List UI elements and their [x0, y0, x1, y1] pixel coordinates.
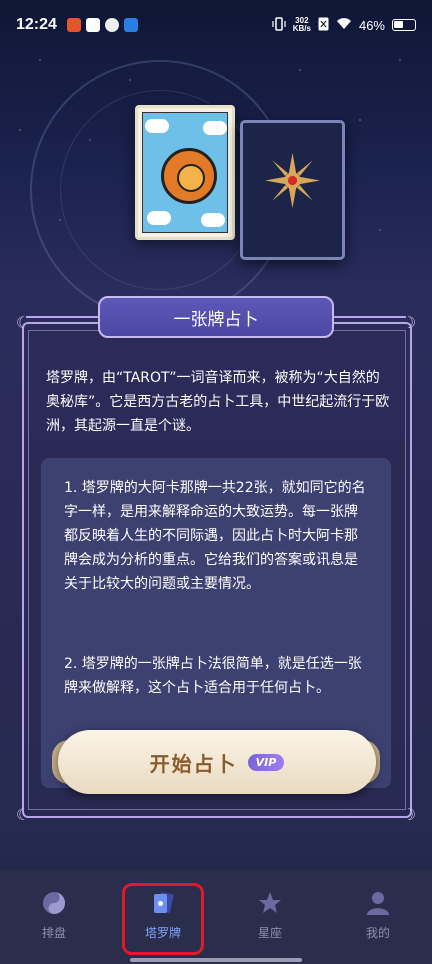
start-button-label: 开始占卜 [149, 751, 238, 776]
star-icon [259, 892, 281, 913]
wifi-icon [336, 17, 352, 33]
wheel-of-fortune-card [135, 105, 235, 240]
corner-ornament-icon: ☽ [401, 313, 417, 332]
nav-label: 排盘 [41, 926, 66, 940]
link-notification-icon [104, 18, 119, 32]
user-icon [367, 892, 389, 915]
battery-icon [392, 19, 416, 31]
corner-ornament-icon: ☾ [15, 805, 31, 824]
sim-off-icon [318, 17, 329, 34]
home-indicator[interactable] [130, 958, 302, 962]
details-paragraph-1: 1. 塔罗牌的大阿卡那牌一共22张，就如同它的名字一样，是用来解释命运的大致运势… [64, 480, 366, 592]
cloud-shape [147, 211, 171, 225]
intro-text: 塔罗牌，由“TAROT”一词音译而来，被称为“大自然的奥秘库”。它是西方古老的占… [46, 370, 390, 434]
wheel-icon [161, 148, 217, 204]
ribbon-line-left [26, 316, 100, 318]
start-divination-button[interactable]: 开始占卜 VIP [58, 730, 376, 794]
status-bar: 12:24 302 KB/s 46% [0, 0, 432, 50]
app-notification-icon [66, 18, 81, 32]
nav-item-xingzuo[interactable]: 星座 [230, 890, 310, 954]
calendar-notification-icon [85, 18, 100, 32]
nav-item-wode[interactable]: 我的 [338, 890, 418, 954]
nav-label: 我的 [365, 926, 390, 940]
bottom-nav: 排盘 塔罗牌 星座 我的 [0, 870, 432, 964]
status-time: 12:24 [16, 16, 57, 33]
vip-badge: VIP [247, 753, 285, 771]
network-speed-unit: KB/s [292, 24, 311, 33]
page-title-text: 一张牌占卜 [173, 309, 259, 330]
corner-ornament-icon: ☾ [15, 313, 31, 332]
vibrate-icon [272, 16, 286, 34]
details-paragraph-2: 2. 塔罗牌的一张牌占卜法很简单，就是任选一张牌来做解释，这个占卜适合用于任何占… [64, 656, 362, 696]
page-title: 一张牌占卜 [98, 296, 334, 338]
network-speed: 302 KB/s [293, 17, 311, 33]
card-face [142, 112, 228, 233]
battery-percent: 46% [358, 17, 385, 33]
nav-item-paipan[interactable]: 排盘 [14, 890, 94, 954]
corner-ornament-icon: ☽ [401, 805, 417, 824]
card-back [240, 120, 345, 260]
cloud-shape [203, 121, 227, 135]
cloud-shape [201, 213, 225, 227]
chart-wheel-icon [43, 892, 65, 914]
nav-label: 星座 [257, 926, 282, 940]
selection-highlight [122, 883, 204, 955]
cloud-shape [145, 119, 169, 133]
sun-emblem-icon [265, 153, 320, 208]
ribbon-line-right [332, 316, 406, 318]
alipay-notification-icon [123, 18, 138, 32]
